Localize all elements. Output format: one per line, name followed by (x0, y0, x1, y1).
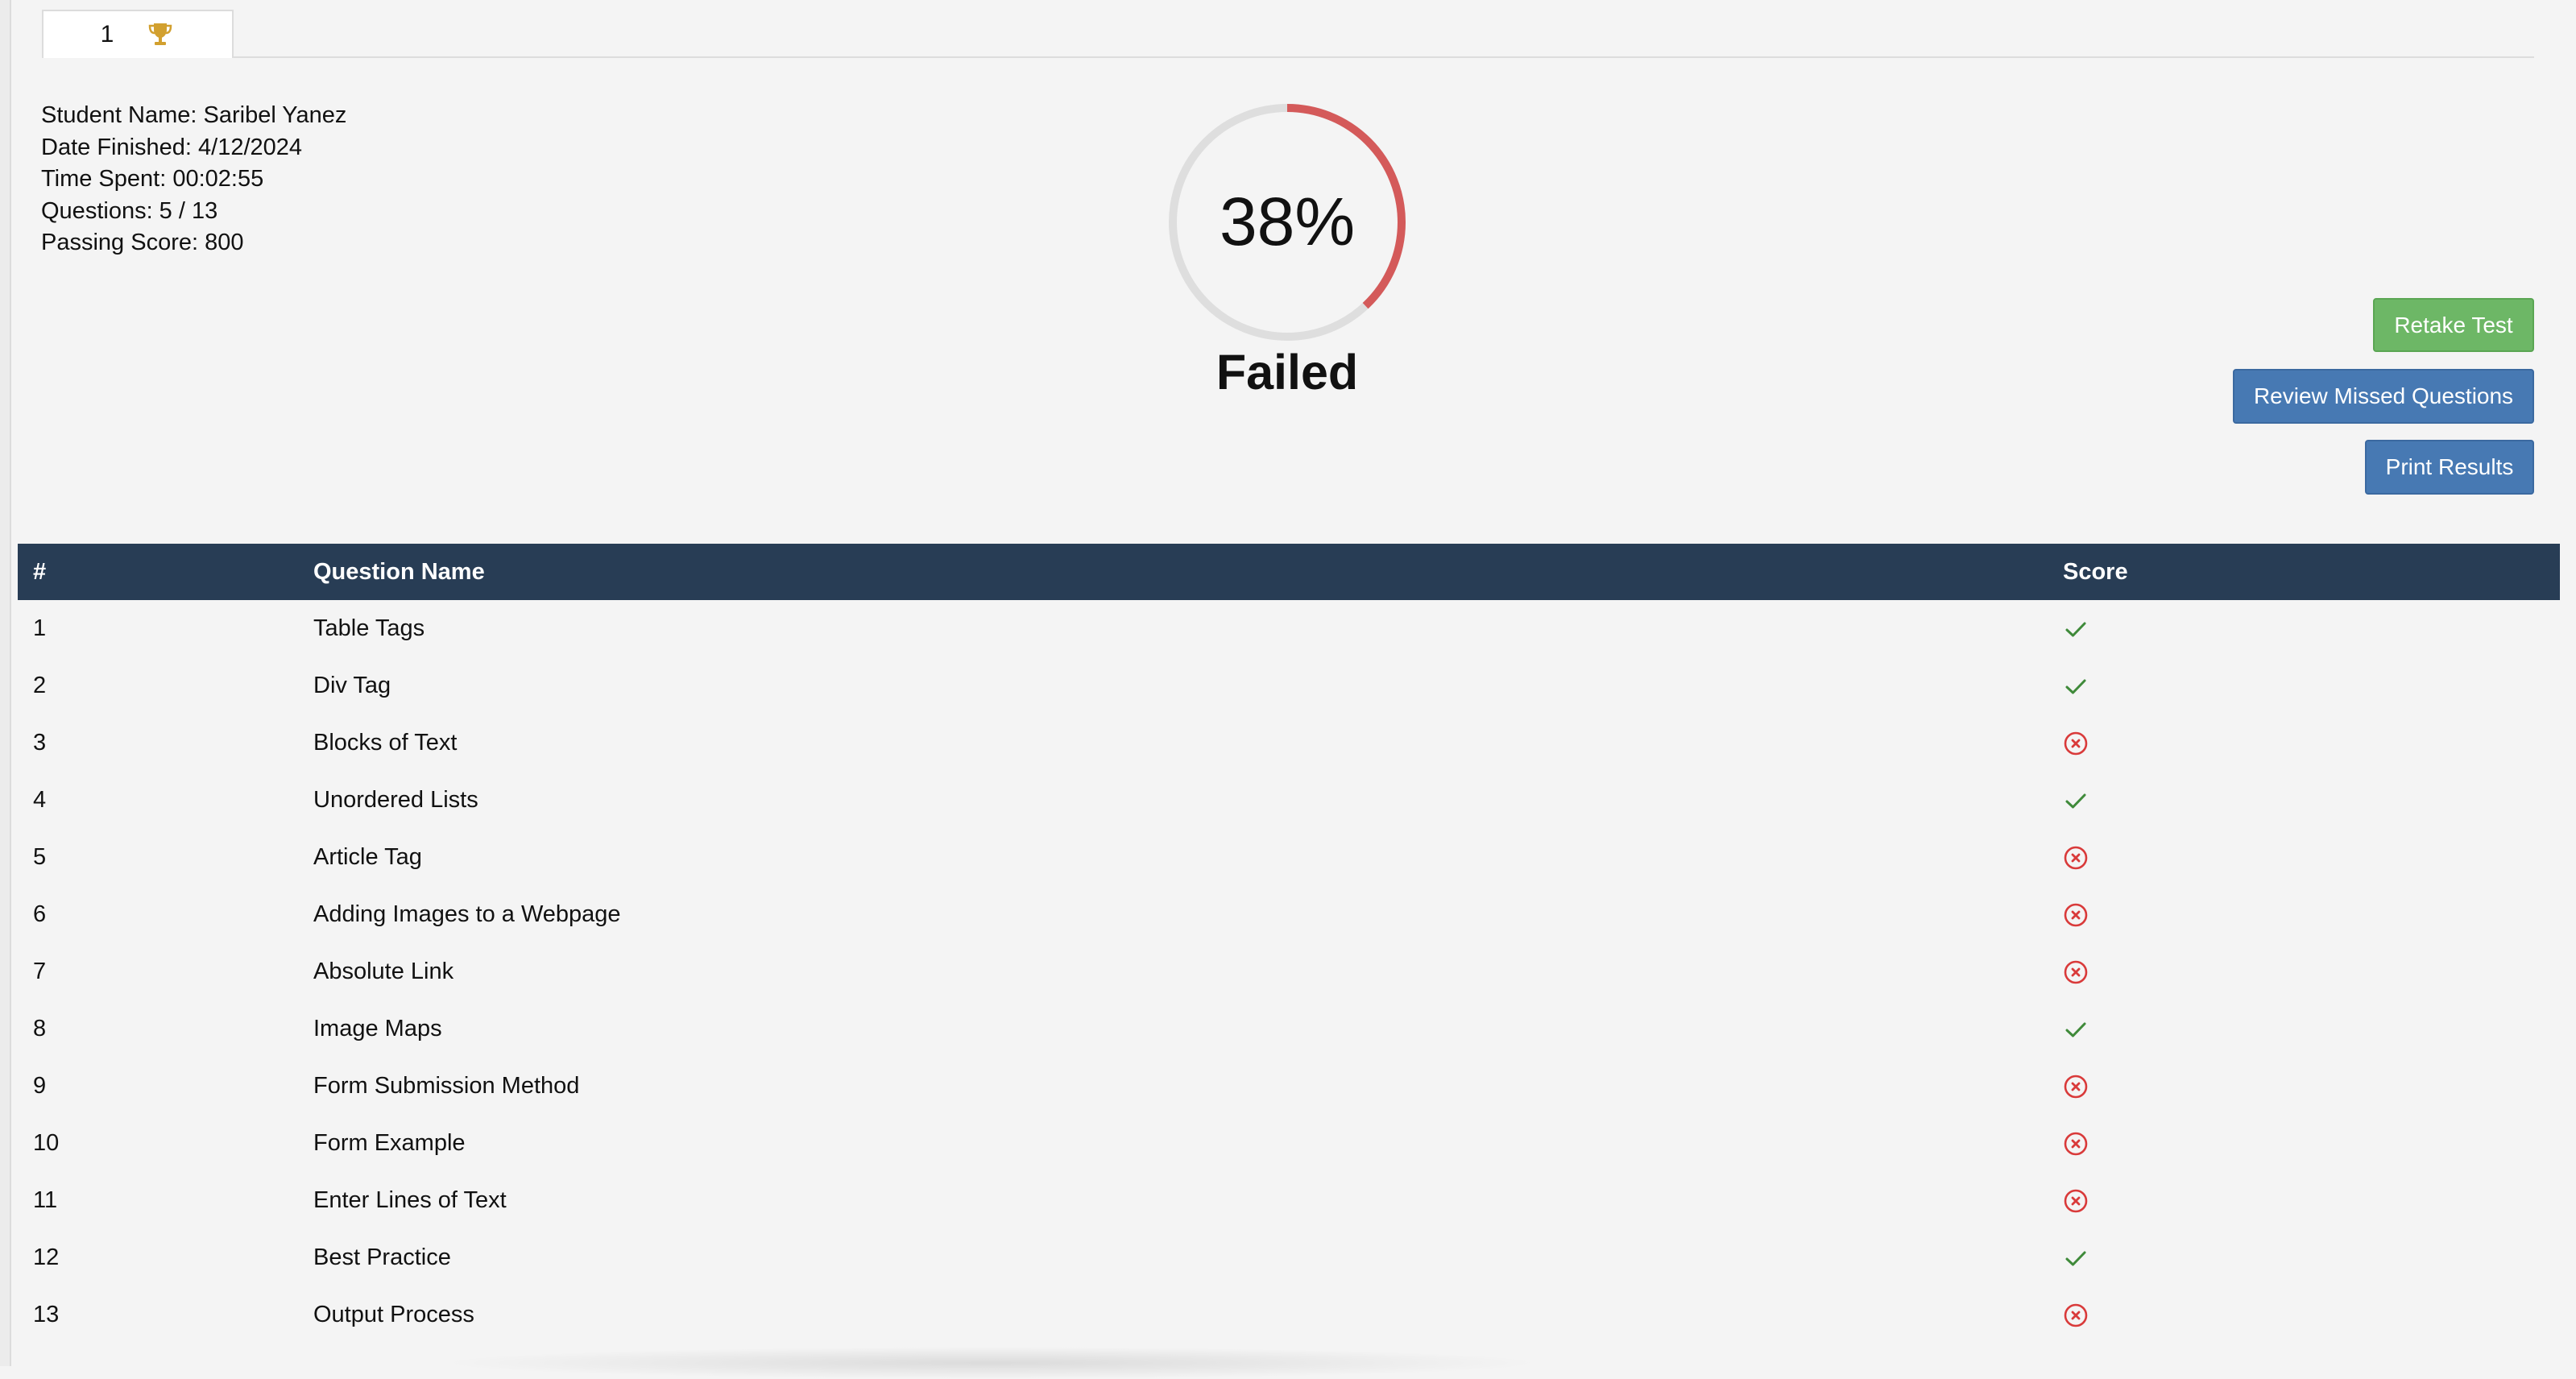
row-score (2063, 1074, 2560, 1099)
x-circle-icon (2064, 846, 2088, 869)
table-row: 8 Image Maps (18, 1000, 2560, 1058)
x-circle-icon (2064, 731, 2088, 755)
table-header: # Question Name Score (18, 544, 2560, 600)
row-number: 7 (33, 959, 47, 984)
left-border (0, 0, 11, 1366)
checkmark-icon (2065, 1251, 2086, 1265)
tab-divider (42, 56, 2534, 58)
header-question-name: Question Name (313, 558, 485, 585)
x-circle-icon (2064, 1189, 2088, 1212)
row-score (2063, 845, 2560, 871)
row-number: 8 (33, 1016, 47, 1041)
checkmark-icon (2065, 793, 2086, 808)
checkmark-icon (2065, 679, 2086, 694)
row-number: 3 (33, 730, 47, 756)
row-question-name: Table Tags (313, 615, 425, 641)
row-score (2063, 1302, 2560, 1328)
table-row: 4 Unordered Lists (18, 772, 2560, 829)
row-question-name: Absolute Link (313, 959, 454, 984)
table-row: 10 Form Example (18, 1115, 2560, 1172)
row-question-name: Unordered Lists (313, 787, 478, 813)
questions-count: Questions: 5 / 13 (41, 197, 218, 224)
row-number: 1 (33, 615, 47, 641)
row-number: 2 (33, 673, 47, 698)
right-border (2560, 0, 2576, 1366)
table-row: 1 Table Tags (18, 600, 2560, 657)
scroll-shadow (435, 1347, 1547, 1379)
table-body: 1 Table Tags 2 Div Tag 3 Blocks of Text 4 Unord… (18, 600, 2560, 1344)
row-score (2063, 788, 2560, 814)
result-status: Failed (1216, 345, 1359, 400)
table-row: 12 Best Practice (18, 1229, 2560, 1286)
row-number: 5 (33, 844, 47, 870)
table-row: 13 Output Process (18, 1286, 2560, 1344)
x-circle-icon (2064, 1303, 2088, 1327)
table-row: 11 Enter Lines of Text (18, 1172, 2560, 1229)
checkmark-icon (2065, 622, 2086, 636)
row-number: 13 (33, 1302, 60, 1327)
table-row: 6 Adding Images to a Webpage (18, 886, 2560, 943)
row-score (2063, 1131, 2560, 1157)
score-percent: 38% (1219, 184, 1356, 259)
row-number: 4 (33, 787, 47, 813)
row-score (2063, 616, 2560, 642)
table-row: 3 Blocks of Text (18, 714, 2560, 772)
row-score (2063, 673, 2560, 699)
row-score (2063, 959, 2560, 985)
x-circle-icon (2064, 903, 2088, 926)
row-question-name: Div Tag (313, 673, 391, 698)
table-row: 2 Div Tag (18, 657, 2560, 714)
student-name: Student Name: Saribel Yanez (41, 102, 347, 128)
row-number: 6 (33, 901, 47, 927)
print-results-button[interactable]: Print Results (2365, 440, 2534, 495)
trophy-icon (146, 20, 175, 49)
tab-label: 1 (100, 21, 114, 48)
row-question-name: Article Tag (313, 844, 422, 870)
row-question-name: Best Practice (313, 1244, 451, 1270)
row-question-name: Form Submission Method (313, 1073, 580, 1099)
results-table: # Question Name Score 1 Table Tags 2 Div Ta… (18, 544, 2560, 1344)
review-missed-questions-button[interactable]: Review Missed Questions (2233, 369, 2534, 424)
row-score (2063, 1245, 2560, 1271)
attempt-info: Student Name: Saribel Yanez Date Finishe… (41, 100, 346, 259)
row-score (2063, 731, 2560, 756)
row-number: 12 (33, 1244, 60, 1270)
row-question-name: Blocks of Text (313, 730, 458, 756)
header-score: Score (2063, 558, 2128, 585)
row-question-name: Image Maps (313, 1016, 442, 1041)
row-score (2063, 902, 2560, 928)
retake-test-button[interactable]: Retake Test (2373, 298, 2534, 352)
x-circle-icon (2064, 1075, 2088, 1098)
row-number: 10 (33, 1130, 60, 1156)
table-row: 7 Absolute Link (18, 943, 2560, 1000)
table-row: 9 Form Submission Method (18, 1058, 2560, 1115)
checkmark-icon (2065, 1022, 2086, 1037)
row-question-name: Output Process (313, 1302, 474, 1327)
table-row: 5 Article Tag (18, 829, 2560, 886)
date-finished: Date Finished: 4/12/2024 (41, 134, 303, 160)
tab-attempt-1[interactable]: 1 (42, 10, 234, 58)
passing-score: Passing Score: 800 (41, 230, 244, 255)
row-question-name: Enter Lines of Text (313, 1187, 507, 1213)
row-question-name: Form Example (313, 1130, 466, 1156)
row-score (2063, 1017, 2560, 1042)
header-number: # (33, 558, 47, 585)
row-number: 11 (33, 1187, 58, 1213)
row-score (2063, 1188, 2560, 1214)
row-number: 9 (33, 1073, 47, 1099)
time-spent: Time Spent: 00:02:55 (41, 166, 264, 192)
row-question-name: Adding Images to a Webpage (313, 901, 621, 927)
x-circle-icon (2064, 1132, 2088, 1155)
x-circle-icon (2064, 960, 2088, 984)
